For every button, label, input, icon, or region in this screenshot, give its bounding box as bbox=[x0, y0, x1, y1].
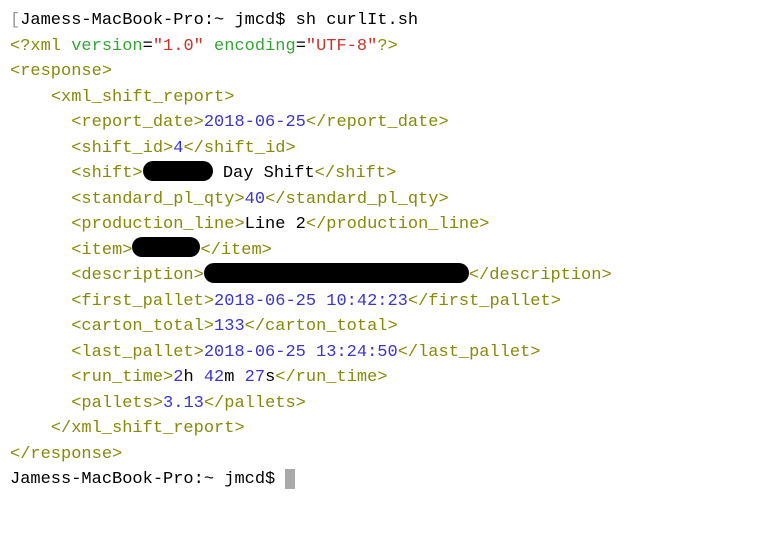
report-date-line: <report_date>2018-06-25</report_date> bbox=[10, 110, 758, 136]
redaction-icon bbox=[204, 263, 469, 283]
tag-report-date-close: </report_date> bbox=[306, 113, 449, 132]
tag-prod-line-open: <production_line> bbox=[71, 215, 244, 234]
description-line: <description> </description> bbox=[10, 263, 758, 289]
last-pallet-value: 2018-06-25 13:24:50 bbox=[204, 343, 398, 362]
tag-response-open: <response> bbox=[10, 62, 112, 81]
tag-first-pallet-open: <first_pallet> bbox=[71, 292, 214, 311]
std-qty-value: 40 bbox=[245, 190, 265, 209]
run-time-m: 42 bbox=[204, 368, 224, 387]
xml-declaration: <?xml version="1.0" encoding="UTF-8"?> bbox=[10, 34, 758, 60]
prompt-host: Jamess-MacBook-Pro:~ bbox=[20, 11, 224, 30]
tag-run-time-open: <run_time> bbox=[71, 368, 173, 387]
tag-response-close: </response> bbox=[10, 445, 122, 464]
tag-pallets-open: <pallets> bbox=[71, 394, 163, 413]
prompt-line-2[interactable]: Jamess-MacBook-Pro:~ jmcd$ bbox=[10, 467, 758, 493]
attr-encoding-val: "UTF-8" bbox=[306, 37, 377, 56]
pallets-value: 3.13 bbox=[163, 394, 204, 413]
tag-shift-close: </shift> bbox=[315, 164, 397, 183]
tag-carton-total-open: <carton_total> bbox=[71, 317, 214, 336]
xml-pi-close: ?> bbox=[377, 37, 397, 56]
run-time-m-unit: m bbox=[224, 368, 244, 387]
first-pallet-value: 2018-06-25 10:42:23 bbox=[214, 292, 408, 311]
prompt-user: jmcd$ bbox=[224, 470, 275, 489]
tag-shift-id-close: </shift_id> bbox=[183, 139, 295, 158]
prod-line-value: Line 2 bbox=[245, 215, 306, 234]
tag-carton-total-close: </carton_total> bbox=[245, 317, 398, 336]
tag-pallets-close: </pallets> bbox=[204, 394, 306, 413]
prompt-host: Jamess-MacBook-Pro:~ bbox=[10, 470, 214, 489]
tag-report-date-open: <report_date> bbox=[71, 113, 204, 132]
run-time-s: 27 bbox=[245, 368, 265, 387]
tag-item-open: <item> bbox=[71, 241, 132, 260]
tag-last-pallet-close: </last_pallet> bbox=[398, 343, 541, 362]
shift-value: Day Shift bbox=[213, 164, 315, 183]
tag-shift-id-open: <shift_id> bbox=[71, 139, 173, 158]
run-time-line: <run_time>2h 42m 27s</run_time> bbox=[10, 365, 758, 391]
standard-pl-qty-line: <standard_pl_qty>40</standard_pl_qty> bbox=[10, 187, 758, 213]
tag-run-time-close: </run_time> bbox=[275, 368, 387, 387]
run-time-h: 2 bbox=[173, 368, 183, 387]
tag-xsr-open: <xml_shift_report> bbox=[51, 88, 235, 107]
response-close: </response> bbox=[10, 442, 758, 468]
tag-last-pallet-open: <last_pallet> bbox=[71, 343, 204, 362]
attr-version-val: "1.0" bbox=[153, 37, 204, 56]
prompt-user: jmcd$ bbox=[234, 11, 285, 30]
tag-description-open: <description> bbox=[71, 266, 204, 285]
pallets-line: <pallets>3.13</pallets> bbox=[10, 391, 758, 417]
cursor-icon bbox=[285, 469, 295, 489]
run-time-h-unit: h bbox=[183, 368, 203, 387]
tag-std-qty-open: <standard_pl_qty> bbox=[71, 190, 244, 209]
attr-version-name: version bbox=[71, 37, 142, 56]
command-text: sh curlIt.sh bbox=[296, 11, 418, 30]
carton-total-value: 133 bbox=[214, 317, 245, 336]
tag-first-pallet-close: </first_pallet> bbox=[408, 292, 561, 311]
xml-pi-open: <?xml bbox=[10, 37, 71, 56]
tag-item-close: </item> bbox=[200, 241, 271, 260]
tag-description-close: </description> bbox=[469, 266, 612, 285]
tag-prod-line-close: </production_line> bbox=[306, 215, 490, 234]
last-pallet-line: <last_pallet>2018-06-25 13:24:50</last_p… bbox=[10, 340, 758, 366]
terminal-output: [Jamess-MacBook-Pro:~ jmcd$ sh curlIt.sh… bbox=[10, 8, 758, 493]
shift-id-value: 4 bbox=[173, 139, 183, 158]
bracket-icon: [ bbox=[10, 11, 20, 30]
prompt-line-1[interactable]: [Jamess-MacBook-Pro:~ jmcd$ sh curlIt.sh bbox=[10, 8, 758, 34]
shift-id-line: <shift_id>4</shift_id> bbox=[10, 136, 758, 162]
redaction-icon bbox=[132, 237, 200, 257]
run-time-s-unit: s bbox=[265, 368, 275, 387]
report-date-value: 2018-06-25 bbox=[204, 113, 306, 132]
xml-shift-report-close: </xml_shift_report> bbox=[10, 416, 758, 442]
attr-encoding-name: encoding bbox=[204, 37, 296, 56]
shift-line: <shift> Day Shift</shift> bbox=[10, 161, 758, 187]
xml-shift-report-open: <xml_shift_report> bbox=[10, 85, 758, 111]
tag-std-qty-close: </standard_pl_qty> bbox=[265, 190, 449, 209]
first-pallet-line: <first_pallet>2018-06-25 10:42:23</first… bbox=[10, 289, 758, 315]
tag-shift-open: <shift> bbox=[71, 164, 142, 183]
redaction-icon bbox=[143, 161, 213, 181]
production-line-line: <production_line>Line 2</production_line… bbox=[10, 212, 758, 238]
response-open: <response> bbox=[10, 59, 758, 85]
item-line: <item> </item> bbox=[10, 238, 758, 264]
carton-total-line: <carton_total>133</carton_total> bbox=[10, 314, 758, 340]
tag-xsr-close: </xml_shift_report> bbox=[51, 419, 245, 438]
